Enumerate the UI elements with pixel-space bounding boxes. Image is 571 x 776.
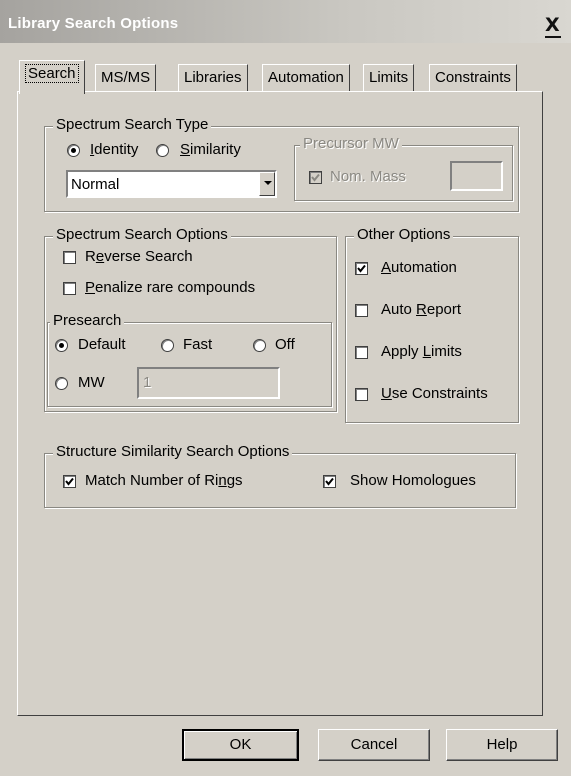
- spectrum-search-options-legend: Spectrum Search Options: [53, 226, 231, 243]
- other-options-legend: Other Options: [354, 226, 454, 243]
- presearch-off-label[interactable]: Off: [275, 336, 295, 353]
- identity-label[interactable]: Identity: [90, 141, 138, 158]
- tab-search-label: Search: [25, 64, 79, 83]
- spectrum-search-options-group: Spectrum Search Options Reverse Search P…: [44, 226, 337, 412]
- reverse-search-label[interactable]: Reverse Search: [85, 248, 193, 265]
- spectrum-search-type-legend: Spectrum Search Type: [53, 116, 212, 133]
- precursor-mw-group: Precursor MW Nom. Mass: [294, 135, 513, 201]
- similarity-label[interactable]: Similarity: [180, 141, 241, 158]
- structure-similarity-group: Structure Similarity Search Options Matc…: [44, 443, 516, 508]
- use-constraints-checkbox[interactable]: [355, 388, 368, 401]
- presearch-default-label[interactable]: Default: [78, 336, 126, 353]
- tab-msms[interactable]: MS/MS: [95, 64, 157, 91]
- chevron-down-icon[interactable]: [259, 172, 275, 196]
- identity-radio[interactable]: [67, 144, 80, 157]
- cancel-button[interactable]: Cancel: [318, 729, 430, 761]
- presearch-fast-radio[interactable]: [161, 339, 174, 352]
- search-mode-dropdown[interactable]: Normal: [66, 170, 277, 198]
- presearch-mw-label[interactable]: MW: [78, 374, 105, 391]
- tab-search[interactable]: Search: [19, 60, 85, 94]
- tab-constraints[interactable]: Constraints: [429, 64, 517, 91]
- close-icon[interactable]: X: [545, 16, 561, 38]
- presearch-legend: Presearch: [50, 312, 125, 329]
- help-button[interactable]: Help: [446, 729, 558, 761]
- match-rings-label[interactable]: Match Number of Rings: [85, 472, 243, 489]
- nom-mass-label: Nom. Mass: [330, 168, 406, 185]
- precursor-mw-input[interactable]: [450, 161, 503, 191]
- presearch-fast-label[interactable]: Fast: [183, 336, 212, 353]
- auto-report-label[interactable]: Auto Report: [381, 301, 461, 318]
- presearch-default-radio[interactable]: [55, 339, 68, 352]
- presearch-mw-radio[interactable]: [55, 377, 68, 390]
- presearch-mw-value: 1: [143, 374, 152, 391]
- title-bar[interactable]: Library Search Options X: [0, 0, 571, 43]
- reverse-search-checkbox[interactable]: [63, 251, 76, 264]
- similarity-radio[interactable]: [156, 144, 169, 157]
- precursor-mw-legend: Precursor MW: [300, 135, 402, 152]
- penalize-rare-checkbox[interactable]: [63, 282, 76, 295]
- search-mode-value: Normal: [71, 176, 120, 193]
- presearch-mw-input[interactable]: 1: [137, 367, 280, 399]
- apply-limits-label[interactable]: Apply Limits: [381, 343, 462, 360]
- other-options-group: Other Options Automation Auto Report App…: [345, 226, 519, 423]
- use-constraints-label[interactable]: Use Constraints: [381, 385, 488, 402]
- presearch-group: Presearch Default Fast Off MW 1: [47, 312, 332, 407]
- window-title: Library Search Options: [8, 15, 179, 32]
- ok-button[interactable]: OK: [182, 729, 299, 761]
- spectrum-search-type-group: Spectrum Search Type Identity Similarity…: [44, 116, 519, 212]
- match-rings-checkbox[interactable]: [63, 475, 76, 488]
- search-tab-panel: Spectrum Search Type Identity Similarity…: [17, 91, 543, 716]
- show-homologues-checkbox[interactable]: [323, 475, 336, 488]
- tab-automation[interactable]: Automation: [262, 64, 350, 91]
- nom-mass-checkbox[interactable]: [309, 171, 322, 184]
- tab-libraries[interactable]: Libraries: [178, 64, 248, 91]
- presearch-off-radio[interactable]: [253, 339, 266, 352]
- auto-report-checkbox[interactable]: [355, 304, 368, 317]
- automation-label[interactable]: Automation: [381, 259, 457, 276]
- tab-limits[interactable]: Limits: [363, 64, 415, 91]
- show-homologues-label[interactable]: Show Homologues: [350, 472, 510, 489]
- structure-similarity-legend: Structure Similarity Search Options: [53, 443, 293, 460]
- automation-checkbox[interactable]: [355, 262, 368, 275]
- penalize-rare-label[interactable]: Penalize rare compounds: [85, 279, 255, 296]
- dialog-window: Library Search Options X Search MS/MS Li…: [0, 0, 571, 776]
- apply-limits-checkbox[interactable]: [355, 346, 368, 359]
